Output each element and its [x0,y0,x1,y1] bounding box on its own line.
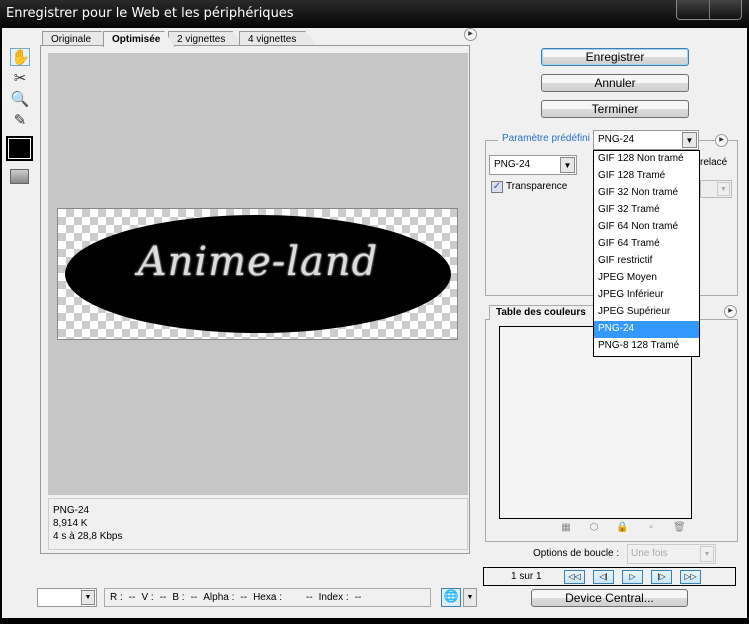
preview-menu-button[interactable]: ▶ [464,28,477,41]
b-label: B : [172,592,185,603]
index-value: -- [354,592,362,603]
optimized-image: Anime-land [57,208,458,340]
matte-select[interactable]: ▼ [700,180,732,198]
preset-option[interactable]: PNG-8 128 Tramé [594,338,699,355]
color-table-menu-button[interactable]: ▶ [724,305,737,318]
web-snap-icon[interactable]: ⬡ [588,522,600,534]
preset-dropdown-list[interactable]: GIF 128 Non tramé GIF 128 Tramé GIF 32 N… [593,150,700,357]
preset-label: Paramètre prédéfini : [498,133,600,144]
close-button[interactable] [710,0,742,19]
chevron-down-icon: ▼ [81,590,95,605]
zoom-level-select[interactable]: ▼ [37,588,97,607]
color-readout-bar: R : -- V : -- B : -- Alpha : -- Hexa : -- Ind… [104,588,431,607]
info-format: PNG-24 [53,505,90,516]
preset-option[interactable]: JPEG Supérieur [594,304,699,321]
frame-count: 1 sur 1 [511,571,542,582]
loop-select[interactable]: Une fois ▼ [627,544,716,564]
hexa-value: -- [305,592,313,603]
alpha-value: -- [240,592,248,603]
chevron-down-icon: ▼ [717,182,730,196]
done-button[interactable]: Terminer [541,100,689,118]
save-button[interactable]: Enregistrer [541,48,689,66]
trash-icon[interactable]: 🗑 [673,522,686,534]
tab-optimisee[interactable]: Optimisée [103,31,175,47]
preset-option[interactable]: JPEG Moyen [594,270,699,287]
format-select[interactable]: PNG-24 ▼ [489,155,577,175]
play-button[interactable]: ▷ [622,570,643,584]
tab-originale[interactable]: Originale [42,31,112,46]
info-download-time: 4 s à 28,8 Kbps [53,531,123,542]
preset-option-selected[interactable]: PNG-24 [594,321,699,338]
preview-in-browser-icon[interactable]: 🌐 [441,588,461,607]
preset-option[interactable]: GIF 128 Tramé [594,168,699,185]
lock-icon[interactable]: 🔒 [616,522,628,534]
toggle-slices-icon[interactable] [10,169,29,184]
alpha-label: Alpha : [203,592,235,603]
preset-option[interactable]: GIF 64 Tramé [594,236,699,253]
r-value: -- [128,592,136,603]
preset-option[interactable]: GIF 32 Non tramé [594,185,699,202]
r-label: R : [110,592,123,603]
v-label: V : [141,592,154,603]
info-size: 8,914 K [53,518,88,529]
optimization-info: PNG-24 8,914 K 4 s à 28,8 Kbps [48,498,468,550]
hexa-label: Hexa : [253,592,282,603]
b-value: -- [190,592,198,603]
minimize-button[interactable] [677,0,710,19]
new-color-icon[interactable]: ▫ [645,522,657,534]
zoom-icon[interactable]: 🔍 [10,91,30,109]
chevron-down-icon: ▼ [700,546,714,562]
next-frame-button[interactable]: |▷ [651,570,672,584]
preset-option[interactable]: GIF 64 Non tramé [594,219,699,236]
hand-icon[interactable]: ✋ [10,48,30,66]
preset-option[interactable]: GIF restrictif [594,253,699,270]
slice-select-icon[interactable]: ✂ [10,70,30,88]
tab-2-vignettes[interactable]: 2 vignettes [168,31,244,46]
optimize-menu-button[interactable]: ▶ [715,134,728,147]
transparency-checkbox[interactable]: ✓ [491,181,503,193]
preset-option[interactable]: JPEG Inférieur [594,287,699,304]
last-frame-button[interactable]: ▷▷ [680,570,701,584]
preset-select[interactable]: PNG-24 ▼ [593,130,699,150]
device-central-button[interactable]: Device Central... [531,589,688,607]
divider [700,140,714,141]
transparency-map-icon[interactable]: ▦ [560,522,572,534]
tab-color-table[interactable]: Table des couleurs [489,305,594,320]
first-frame-button[interactable]: ◁◁ [564,570,585,584]
window-title: Enregistrer pour le Web et les périphéri… [6,6,294,21]
logo-text: Anime-land [137,239,379,285]
transparency-label: Transparence [506,181,568,192]
title-bar: Enregistrer pour le Web et les périphéri… [0,0,749,28]
v-value: -- [159,592,167,603]
chevron-down-icon: ▼ [682,132,697,148]
cancel-button[interactable]: Annuler [541,74,689,92]
preset-option[interactable]: GIF 32 Tramé [594,202,699,219]
interlace-label: relacé [700,157,728,168]
index-label: Index : [318,592,349,603]
window-controls[interactable] [676,0,742,20]
loop-label: Options de boucle : [533,548,620,559]
previous-frame-button[interactable]: ◁| [593,570,614,584]
chevron-down-icon: ▼ [560,157,575,173]
eyedropper-color-swatch[interactable] [6,136,33,161]
browser-menu-chevron-icon[interactable]: ▼ [463,588,477,607]
eyedropper-icon[interactable]: ✎ [10,112,30,130]
preset-option[interactable]: GIF 128 Non tramé [594,151,699,168]
tab-4-vignettes[interactable]: 4 vignettes [239,31,317,46]
